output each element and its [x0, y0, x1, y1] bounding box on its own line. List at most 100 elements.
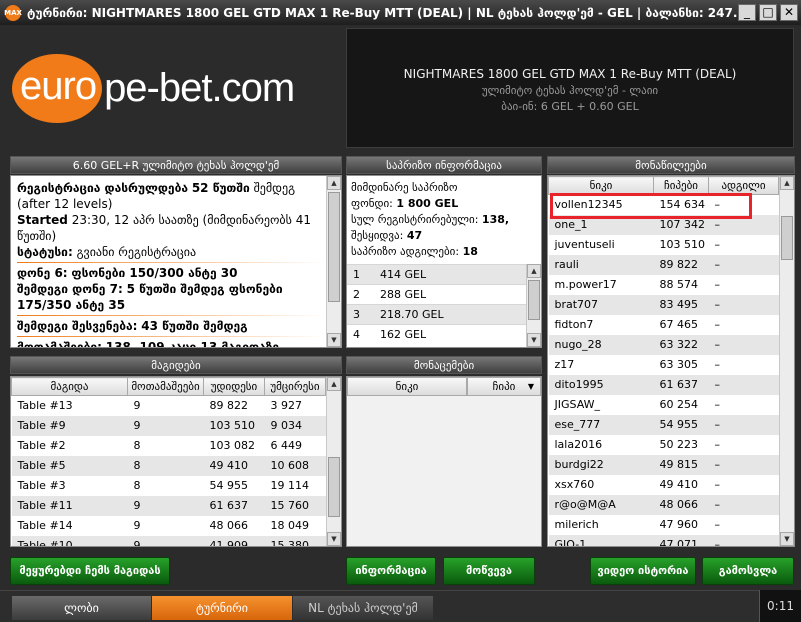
table-row[interactable]: Table #11 9 61 637 15 760: [11, 495, 326, 516]
prize-place: 3: [353, 308, 360, 321]
minimize-button[interactable]: _: [738, 4, 756, 21]
col-place[interactable]: ადგილი: [708, 176, 779, 195]
players-panel[interactable]: ნიკი ჩიპები ადგილი vollen12345 154 634– on…: [547, 175, 795, 547]
table-row[interactable]: Table #5 8 49 410 10 608: [11, 455, 326, 476]
col-table[interactable]: მაგიდა: [11, 377, 128, 396]
col-min[interactable]: უმცირესი: [264, 377, 326, 396]
players-header: მონაწილეები: [547, 156, 795, 174]
player-chips: 63 305: [653, 354, 709, 375]
scroll-down-icon[interactable]: ▼: [780, 532, 794, 546]
player-chips: 88 574: [653, 274, 709, 295]
table-players: 9: [127, 415, 204, 436]
player-row[interactable]: xsx760 49 410–: [548, 474, 779, 495]
table-row[interactable]: Table #14 9 48 066 18 049: [11, 515, 326, 536]
tab-lobby[interactable]: ლობი: [12, 596, 151, 620]
table-row[interactable]: Table #13 9 89 822 3 927: [11, 395, 326, 416]
table-max-stack: 103 510: [203, 415, 265, 436]
player-row[interactable]: m.power17 88 574–: [548, 274, 779, 295]
player-chips: 47 960: [653, 514, 709, 535]
brand-part2: pe-bet.com: [104, 65, 295, 110]
table-row[interactable]: Table #3 8 54 955 19 114: [11, 475, 326, 496]
reg-note: (after 12 levels): [17, 197, 113, 211]
player-row[interactable]: nugo_28 63 322–: [548, 334, 779, 355]
player-place: –: [708, 274, 779, 295]
player-chips: 50 223: [653, 434, 709, 455]
tables-table: მაგიდა მოთამაშეები უდიდესი უმცირესი Tabl…: [11, 377, 326, 546]
sort-down-icon[interactable]: ▼: [528, 378, 534, 395]
level-value: ფსონები 150/300 ანტე 30: [71, 266, 238, 280]
tables-scrollbar[interactable]: ▲ ▼: [326, 377, 341, 546]
prizes-scrollbar[interactable]: ▲ ▼: [526, 264, 541, 347]
table-players: 9: [127, 395, 204, 416]
table-min-stack: 18 049: [264, 515, 326, 536]
scroll-down-icon[interactable]: ▼: [327, 532, 341, 546]
info-button[interactable]: ინფორმაცია: [346, 557, 436, 585]
scroll-up-icon[interactable]: ▲: [780, 176, 794, 190]
table-min-stack: 15 760: [264, 495, 326, 516]
scroll-thumb[interactable]: [328, 457, 340, 517]
player-nick: m.power17: [548, 274, 654, 295]
player-row[interactable]: rauli 89 822–: [548, 254, 779, 275]
player-row[interactable]: z17 63 305–: [548, 354, 779, 375]
players-scrollbar[interactable]: ▲ ▼: [779, 176, 794, 546]
participants-panel[interactable]: ნიკი ჩიპი ▼: [346, 376, 542, 547]
scroll-thumb[interactable]: [781, 216, 793, 260]
player-row[interactable]: fidton7 67 465–: [548, 314, 779, 335]
player-chips: 83 495: [653, 294, 709, 315]
col-chips[interactable]: ჩიპები: [653, 176, 709, 195]
title-bar: MAX ტურნირი: NIGHTMARES 1800 GEL GTD MAX…: [0, 0, 801, 25]
player-row[interactable]: JIGSAW_ 60 254–: [548, 394, 779, 415]
player-row[interactable]: burdgi22 49 815–: [548, 454, 779, 475]
scroll-thumb[interactable]: [528, 280, 540, 320]
status-value: გვიანი რეგისტრაცია: [76, 245, 197, 259]
scroll-up-icon[interactable]: ▲: [327, 176, 341, 190]
player-row[interactable]: vollen12345 154 634–: [548, 194, 779, 215]
player-nick: nugo_28: [548, 334, 654, 355]
tab-tournament[interactable]: ტურნირი: [152, 596, 292, 620]
player-row[interactable]: brat707 83 495–: [548, 294, 779, 315]
player-row[interactable]: lala2016 50 223–: [548, 434, 779, 455]
player-row[interactable]: one_1 107 342–: [548, 214, 779, 235]
exit-button[interactable]: გამოსვლა: [702, 557, 794, 585]
table-row[interactable]: Table #2 8 103 082 6 449: [11, 435, 326, 456]
close-button[interactable]: ✕: [780, 4, 798, 21]
video-history-button[interactable]: ვიდეო ისტორია: [590, 557, 696, 585]
player-chips: 103 510: [653, 234, 709, 255]
scroll-up-icon[interactable]: ▲: [527, 264, 541, 278]
player-place: –: [708, 534, 779, 546]
invite-button[interactable]: მოწვევა: [443, 557, 535, 585]
tab-holdem[interactable]: NL ტეხას ჰოლდ'ემ: [293, 596, 433, 620]
table-players: 8: [127, 475, 204, 496]
tournament-details-panel[interactable]: რეგისტრაცია დასრულდება 52 წუთში შემდეგ (…: [10, 175, 342, 348]
window-title: ტურნირი: NIGHTMARES 1800 GEL GTD MAX 1 R…: [27, 5, 738, 20]
scroll-down-icon[interactable]: ▼: [527, 333, 541, 347]
table-row[interactable]: Table #9 9 103 510 9 034: [11, 415, 326, 436]
player-row[interactable]: ese_777 54 955–: [548, 414, 779, 435]
col-nick[interactable]: ნიკი: [347, 377, 467, 396]
col-max[interactable]: უდიდესი: [203, 377, 265, 396]
table-row[interactable]: Table #10 9 41 909 15 380: [11, 535, 326, 546]
scroll-down-icon[interactable]: ▼: [327, 333, 341, 347]
prize-info-panel[interactable]: მიმდინარე საპრიზო ფონდი: 1 800 GEL სულ რ…: [346, 175, 542, 348]
scroll-up-icon[interactable]: ▲: [327, 377, 341, 391]
table-players: 9: [127, 535, 204, 546]
player-row[interactable]: r@o@M@A 48 066–: [548, 494, 779, 515]
player-chips: 67 465: [653, 314, 709, 335]
col-players[interactable]: მოთამაშეები: [127, 377, 204, 396]
tables-header: მაგიდები: [10, 356, 342, 374]
col-chips[interactable]: ჩიპი ▼: [467, 377, 541, 396]
player-row[interactable]: GIO-1 47 071–: [548, 534, 779, 546]
scroll-thumb[interactable]: [328, 192, 340, 302]
details-scrollbar[interactable]: ▲ ▼: [326, 176, 341, 347]
col-nick[interactable]: ნიკი: [548, 176, 654, 195]
prize-place: 2: [353, 288, 360, 301]
player-row[interactable]: milerich 47 960–: [548, 514, 779, 535]
player-row[interactable]: dito1995 61 637–: [548, 374, 779, 395]
tables-panel[interactable]: მაგიდა მოთამაშეები უდიდესი უმცირესი Tabl…: [10, 376, 342, 547]
watch-my-table-button[interactable]: მეყურებდი ჩემს მაგიდას: [10, 557, 170, 585]
player-place: –: [708, 374, 779, 395]
player-row[interactable]: juventuseli 103 510–: [548, 234, 779, 255]
table-min-stack: 19 114: [264, 475, 326, 496]
table-name: Table #2: [11, 435, 128, 456]
maximize-button[interactable]: □: [759, 4, 777, 21]
